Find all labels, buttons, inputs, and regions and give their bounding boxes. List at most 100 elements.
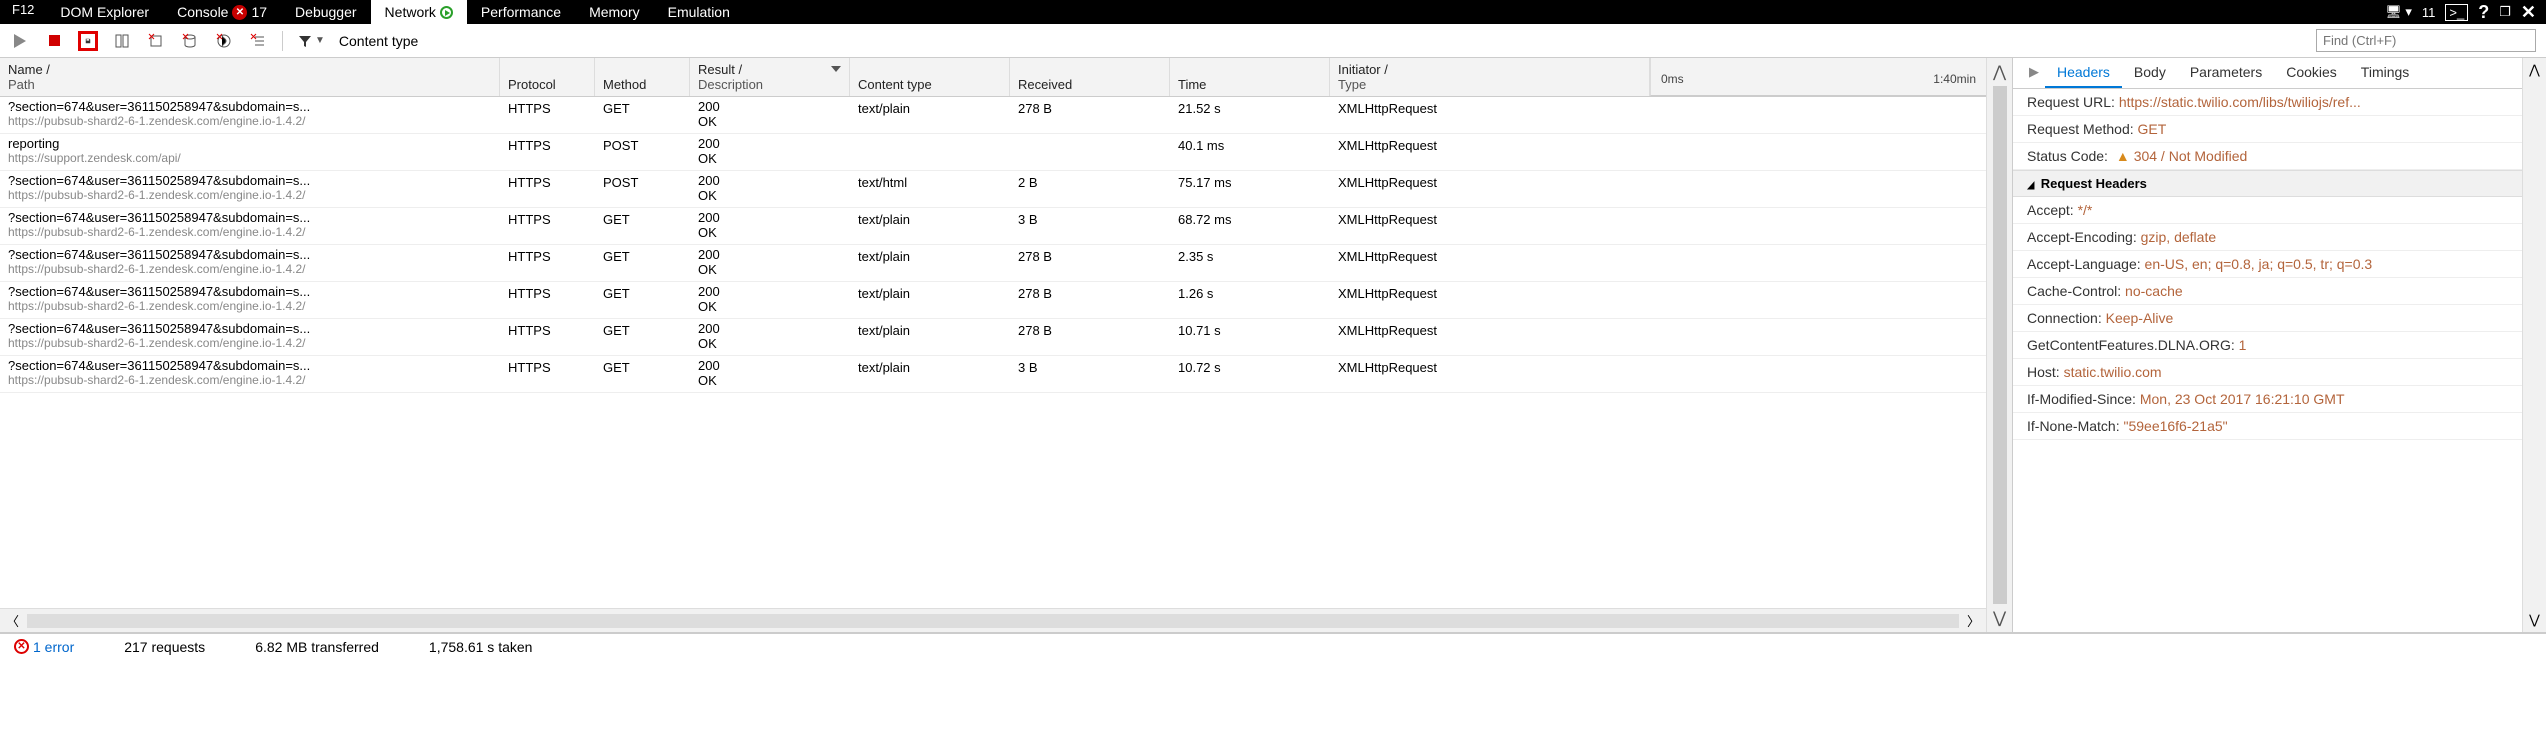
col-result[interactable]: Result /Description <box>690 58 850 96</box>
request-url-value[interactable]: https://static.twilio.com/libs/twiliojs/… <box>2119 94 2361 110</box>
header-row: Cache-Control: no-cache <box>2013 278 2522 305</box>
tab-console[interactable]: Console ✕ 17 <box>163 0 281 24</box>
f12-label: F12 <box>0 0 46 24</box>
find-box <box>2316 29 2536 52</box>
scroll-left-icon[interactable]: 〈 <box>6 611 19 630</box>
header-row: Accept-Language: en-US, en; q=0.8, ja; q… <box>2013 251 2522 278</box>
header-row: GetContentFeatures.DLNA.ORG: 1 <box>2013 332 2522 359</box>
server-icon <box>114 33 130 49</box>
tab-dom-explorer[interactable]: DOM Explorer <box>46 0 163 24</box>
details-tab-parameters[interactable]: Parameters <box>2178 58 2274 88</box>
col-method[interactable]: Method <box>595 58 690 96</box>
col-name[interactable]: Name /Path <box>0 58 500 96</box>
col-initiator[interactable]: Initiator /Type <box>1330 58 1650 96</box>
scroll-down-icon[interactable]: ⋁ <box>2529 612 2540 628</box>
details-tabs: ▶ Headers Body Parameters Cookies Timing… <box>2013 58 2522 89</box>
details-body: Request URL: https://static.twilio.com/l… <box>2013 89 2522 632</box>
col-timeline[interactable]: 0ms 1:40min <box>1650 58 1986 96</box>
filter-button[interactable]: ▼ <box>297 31 325 51</box>
device-count: 11 <box>2422 5 2436 20</box>
details-tab-timings[interactable]: Timings <box>2349 58 2422 88</box>
tab-debugger[interactable]: Debugger <box>281 0 371 24</box>
grid-header: Name /Path Protocol Method Result /Descr… <box>0 58 1986 97</box>
find-input[interactable] <box>2316 29 2536 52</box>
table-row[interactable]: ?section=674&user=361150258947&subdomain… <box>0 356 1986 393</box>
start-profiling-button[interactable] <box>10 31 30 51</box>
console-toggle-icon[interactable]: >_ <box>2445 4 2468 21</box>
details-tab-headers[interactable]: Headers <box>2045 58 2122 88</box>
time-taken: 1,758.61 s taken <box>429 639 533 655</box>
panel-menu-icon[interactable]: ▶ <box>2023 58 2045 88</box>
col-protocol[interactable]: Protocol <box>500 58 595 96</box>
header-row: Connection: Keep-Alive <box>2013 305 2522 332</box>
tab-performance[interactable]: Performance <box>467 0 575 24</box>
scroll-down-icon[interactable]: ⋁ <box>1993 608 2006 628</box>
timeline-start: 0ms <box>1661 72 1684 89</box>
col-received[interactable]: Received <box>1010 58 1170 96</box>
always-refresh-button[interactable] <box>112 31 132 51</box>
header-row: Accept-Encoding: gzip, deflate <box>2013 224 2522 251</box>
header-row: Accept: */* <box>2013 197 2522 224</box>
details-scrollbar[interactable]: ⋀ ⋁ <box>2522 58 2546 632</box>
col-time[interactable]: Time <box>1170 58 1330 96</box>
header-row: If-None-Match: "59ee16f6-21a5" <box>2013 413 2522 440</box>
details-tab-cookies[interactable]: Cookies <box>2274 58 2349 88</box>
request-url-row: Request URL: https://static.twilio.com/l… <box>2013 89 2522 116</box>
vertical-scrollbar[interactable]: ⋀ ⋁ <box>1986 58 2012 632</box>
request-count: 217 requests <box>124 639 205 655</box>
status-bar: ✕ 1 error 217 requests 6.82 MB transferr… <box>0 633 2546 659</box>
error-icon: ✕ <box>14 639 29 654</box>
table-row[interactable]: ?section=674&user=361150258947&subdomain… <box>0 97 1986 134</box>
table-row[interactable]: ?section=674&user=361150258947&subdomain… <box>0 282 1986 319</box>
chevron-down-icon <box>831 66 841 72</box>
clear-cache-icon <box>182 33 198 49</box>
table-row[interactable]: ?section=674&user=361150258947&subdomain… <box>0 319 1986 356</box>
funnel-icon <box>297 33 313 49</box>
close-icon[interactable]: ✕ <box>2521 2 2536 23</box>
table-row[interactable]: ?section=674&user=361150258947&subdomain… <box>0 171 1986 208</box>
request-method-row: Request Method: GET <box>2013 116 2522 143</box>
console-error-count: 17 <box>251 4 267 20</box>
tab-console-label: Console <box>177 4 228 20</box>
export-har-button[interactable] <box>78 31 98 51</box>
device-icon[interactable]: 🖥 ▾ <box>2385 4 2412 20</box>
clear-entries-button[interactable] <box>248 31 268 51</box>
tab-network[interactable]: Network <box>371 0 467 24</box>
table-row[interactable]: reportinghttps://support.zendesk.com/api… <box>0 134 1986 171</box>
col-content-type[interactable]: Content type <box>850 58 1010 96</box>
tab-memory[interactable]: Memory <box>575 0 654 24</box>
scroll-up-icon[interactable]: ⋀ <box>2529 62 2540 78</box>
help-icon[interactable]: ? <box>2478 2 2489 23</box>
details-tab-body[interactable]: Body <box>2122 58 2178 88</box>
clear-cookies-icon <box>216 33 232 49</box>
grid-body: ?section=674&user=361150258947&subdomain… <box>0 97 1986 608</box>
details-panel: ▶ Headers Body Parameters Cookies Timing… <box>2012 58 2522 632</box>
clear-log-icon <box>148 33 164 49</box>
horizontal-scrollbar[interactable]: 〈 〉 <box>0 608 1986 632</box>
error-count-link[interactable]: ✕ 1 error <box>14 639 74 655</box>
clear-cookies-button[interactable] <box>214 31 234 51</box>
scroll-right-icon[interactable]: 〉 <box>1967 611 1980 630</box>
tab-emulation[interactable]: Emulation <box>654 0 744 24</box>
status-warning-icon <box>2112 148 2134 164</box>
table-row[interactable]: ?section=674&user=361150258947&subdomain… <box>0 208 1986 245</box>
devtools-topbar: F12 DOM Explorer Console ✕ 17 Debugger N… <box>0 0 2546 24</box>
scroll-up-icon[interactable]: ⋀ <box>1993 62 2006 82</box>
status-code-row: Status Code: 304 / Not Modified <box>2013 143 2522 170</box>
tab-network-label: Network <box>385 4 436 20</box>
header-row: Host: static.twilio.com <box>2013 359 2522 386</box>
clear-session-button[interactable] <box>146 31 166 51</box>
undock-icon[interactable]: ❐ <box>2499 4 2511 20</box>
clear-cache-button[interactable] <box>180 31 200 51</box>
stop-profiling-button[interactable] <box>44 31 64 51</box>
network-toolbar: ▼ Content type <box>0 24 2546 58</box>
recording-icon <box>440 6 453 19</box>
table-row[interactable]: ?section=674&user=361150258947&subdomain… <box>0 245 1986 282</box>
request-headers-section[interactable]: Request Headers <box>2013 170 2522 197</box>
console-error-badge: ✕ <box>232 5 247 20</box>
content-type-label: Content type <box>339 33 418 49</box>
save-icon <box>85 33 91 49</box>
clear-list-icon <box>250 33 266 49</box>
transferred-size: 6.82 MB transferred <box>255 639 379 655</box>
header-row: If-Modified-Since: Mon, 23 Oct 2017 16:2… <box>2013 386 2522 413</box>
